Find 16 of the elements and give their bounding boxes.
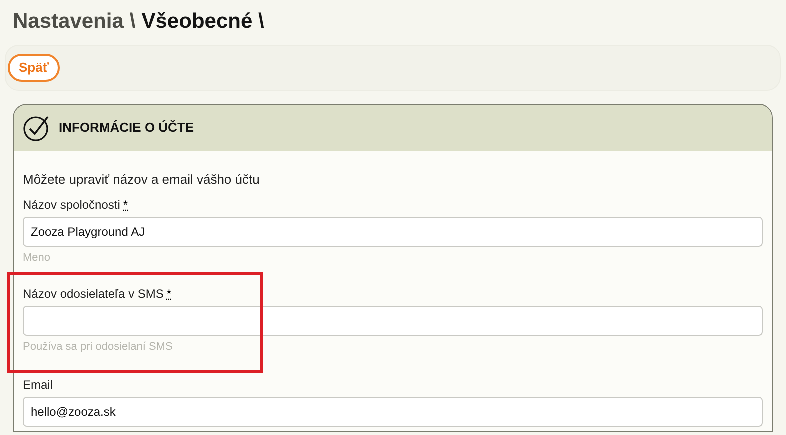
card-description: Môžete upraviť názov a email vášho účtu [23, 171, 261, 189]
required-asterisk: * [166, 286, 172, 302]
input-field[interactable] [23, 306, 763, 336]
field-hint: Používa sa pri odosielaní SMS [23, 340, 174, 355]
breadcrumb-item[interactable]: \ [130, 6, 136, 38]
input-field[interactable]: Zooza Playground AJ [23, 217, 763, 247]
input-field[interactable]: hello@zooza.sk [23, 397, 763, 427]
field-label: Názov spoločnosti [23, 197, 120, 213]
breadcrumb-item[interactable]: Nastavenia [13, 6, 124, 38]
required-asterisk: * [123, 197, 128, 213]
page-title: Všeobecné \ [142, 9, 264, 35]
card-title: INFORMÁCIE O ÚČTE [59, 119, 194, 138]
field-label: Email [23, 377, 54, 393]
field-hint: Meno [23, 251, 52, 266]
field-label: Názov odosielateľa v SMS [23, 286, 164, 302]
check-circle-icon [23, 114, 51, 142]
